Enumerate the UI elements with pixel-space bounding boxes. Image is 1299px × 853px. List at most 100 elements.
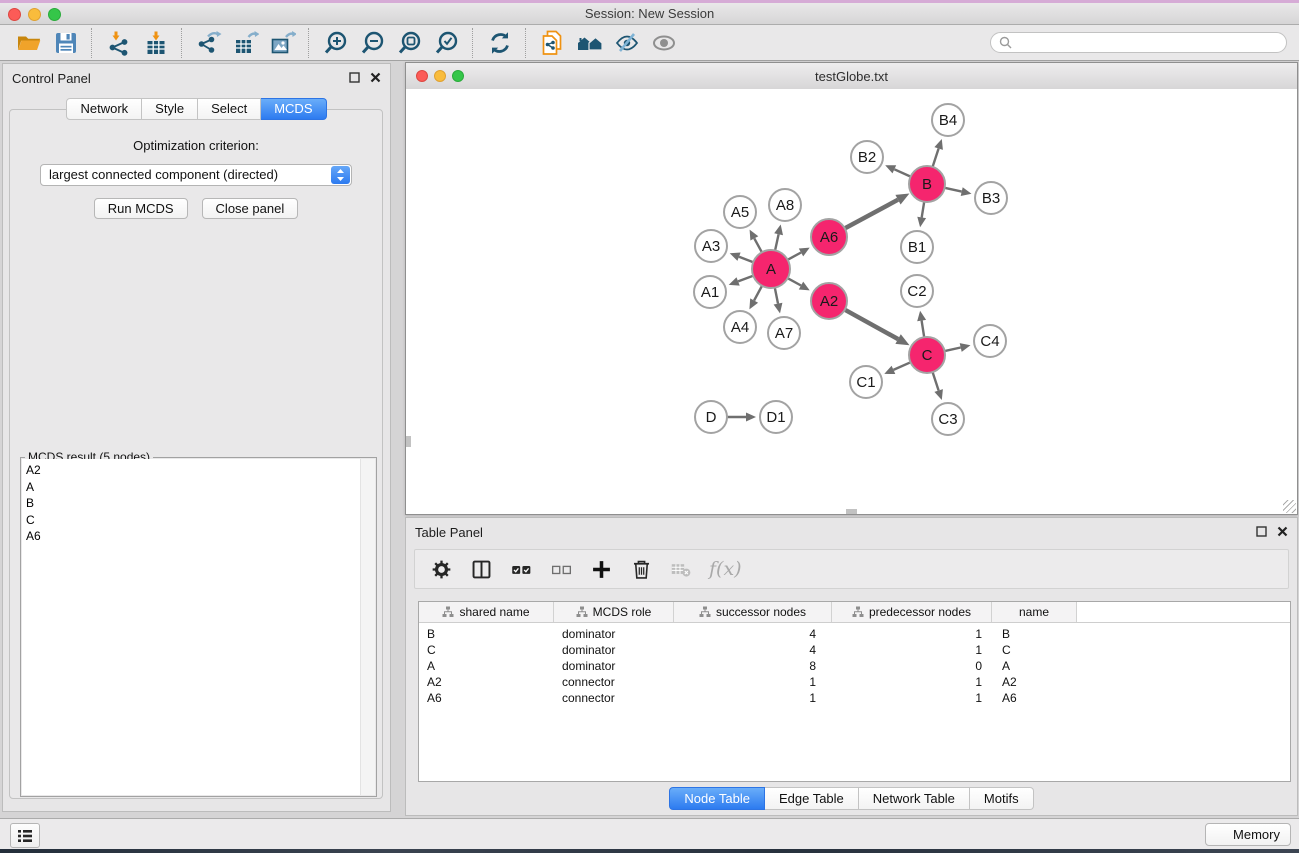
graph-node-label: B4 xyxy=(939,112,957,129)
close-network-window-button[interactable] xyxy=(416,70,428,82)
optimization-criterion-dropdown[interactable]: largest connected component (directed) xyxy=(40,164,352,186)
table-row[interactable]: Bdominator41B xyxy=(419,626,1290,642)
zoom-network-window-button[interactable] xyxy=(452,70,464,82)
toolbar-separator xyxy=(472,28,474,58)
graph-edge-A-A8[interactable] xyxy=(775,234,779,250)
column-header-mcds-role[interactable]: MCDS role xyxy=(554,602,674,622)
graph-edge-A6-B[interactable] xyxy=(845,200,898,229)
network-file-button[interactable] xyxy=(534,27,571,58)
zoom-fit-button[interactable] xyxy=(391,27,428,58)
mcds-result-item[interactable]: A2 xyxy=(26,462,375,479)
task-history-button[interactable] xyxy=(10,823,40,848)
zoom-selected-button[interactable] xyxy=(428,27,465,58)
export-table-button[interactable] xyxy=(227,27,264,58)
mcds-result-list: A2ABCA6 xyxy=(22,459,375,795)
apply-layout-button[interactable] xyxy=(481,27,518,58)
table-panel-title: Table Panel xyxy=(406,518,1297,540)
select-all-button[interactable] xyxy=(505,555,537,583)
float-panel-icon[interactable] xyxy=(349,72,360,83)
mcds-result-item[interactable]: C xyxy=(26,512,375,529)
zoom-out-button[interactable] xyxy=(354,27,391,58)
graph-edge-B-B4[interactable] xyxy=(933,149,939,167)
graph-edge-A-A2[interactable] xyxy=(788,278,801,285)
import-network-button[interactable] xyxy=(100,27,137,58)
table-row[interactable]: Adominator80A xyxy=(419,658,1290,674)
graph-edge-A2-C[interactable] xyxy=(845,310,898,339)
tab-node-table[interactable]: Node Table xyxy=(669,787,765,810)
delete-table-button-disabled xyxy=(665,555,697,583)
mcds-result-item[interactable]: A6 xyxy=(26,528,375,545)
open-session-button[interactable] xyxy=(10,27,47,58)
zoom-in-button[interactable] xyxy=(317,27,354,58)
memory-button[interactable]: Memory xyxy=(1205,823,1291,846)
window-title: Session: New Session xyxy=(0,6,1299,21)
export-network-button[interactable] xyxy=(190,27,227,58)
network-window-titlebar[interactable]: testGlobe.txt xyxy=(406,63,1297,90)
deselect-all-button[interactable] xyxy=(545,555,577,583)
graph-node-label: A7 xyxy=(775,325,793,342)
float-panel-icon[interactable] xyxy=(1256,526,1267,537)
optimization-criterion-label: Optimization criterion: xyxy=(10,138,382,153)
graph-edge-B-B3[interactable] xyxy=(945,188,962,192)
graph-edge-B-B2[interactable] xyxy=(894,169,910,176)
tab-motifs[interactable]: Motifs xyxy=(970,787,1034,810)
tab-mcds[interactable]: MCDS xyxy=(261,98,326,120)
table-panel-tabs: Node TableEdge TableNetwork TableMotifs xyxy=(406,787,1297,810)
tab-select[interactable]: Select xyxy=(198,98,261,120)
graph-edge-C-C2[interactable] xyxy=(922,321,925,338)
close-panel-icon[interactable] xyxy=(370,72,381,83)
tab-network[interactable]: Network xyxy=(66,98,142,120)
graph-edge-A-A3[interactable] xyxy=(739,257,753,263)
save-session-button[interactable] xyxy=(47,27,84,58)
result-list-scrollbar[interactable] xyxy=(360,459,375,795)
table-cell: A xyxy=(419,659,554,673)
graph-edge-A-A1[interactable] xyxy=(738,276,753,282)
column-header-shared-name[interactable]: shared name xyxy=(419,602,554,622)
birds-eye-view-button[interactable] xyxy=(645,27,682,58)
graph-edge-C-C4[interactable] xyxy=(945,348,961,352)
show-columns-button[interactable] xyxy=(465,555,497,583)
control-panel-tabs: NetworkStyleSelectMCDS xyxy=(3,98,390,120)
run-mcds-button[interactable]: Run MCDS xyxy=(94,198,188,219)
tab-edge-table[interactable]: Edge Table xyxy=(765,787,859,810)
memory-status-dot xyxy=(1216,829,1227,840)
minimize-network-window-button[interactable] xyxy=(434,70,446,82)
graph-edge-A-A4[interactable] xyxy=(754,286,762,301)
table-cell: dominator xyxy=(554,659,674,673)
export-image-button[interactable] xyxy=(264,27,301,58)
graph-edge-C-C1[interactable] xyxy=(893,362,910,370)
import-table-button[interactable] xyxy=(137,27,174,58)
graph-edge-B-B1[interactable] xyxy=(922,202,925,218)
search-input[interactable] xyxy=(1017,35,1278,51)
table-row[interactable]: A6connector11A6 xyxy=(419,690,1290,706)
table-row[interactable]: A2connector11A2 xyxy=(419,674,1290,690)
table-row[interactable]: Cdominator41C xyxy=(419,642,1290,658)
graph-edge-A-A6[interactable] xyxy=(788,253,801,260)
graph-edge-arrowhead xyxy=(746,413,756,422)
graph-edge-C-C3[interactable] xyxy=(933,372,939,390)
column-header-predecessor-nodes[interactable]: predecessor nodes xyxy=(832,602,992,622)
close-panel-icon[interactable] xyxy=(1277,526,1288,537)
zoom-in-icon xyxy=(323,30,349,56)
table-cell: A6 xyxy=(419,691,554,705)
mcds-result-item[interactable]: B xyxy=(26,495,375,512)
network-canvas[interactable]: B4B2BB3A5A8A6B1A3AC2A1A2A4A7C4CC1C3DD1 xyxy=(406,89,1297,514)
column-header-successor-nodes[interactable]: successor nodes xyxy=(674,602,832,622)
mcds-result-item[interactable]: A xyxy=(26,479,375,496)
graph-edge-A-A7[interactable] xyxy=(775,288,778,304)
graph-edge-arrowhead xyxy=(917,217,926,228)
tab-network-table[interactable]: Network Table xyxy=(859,787,970,810)
export-table-icon xyxy=(233,30,259,56)
table-settings-button[interactable] xyxy=(425,555,457,583)
graph-edge-A-A5[interactable] xyxy=(754,238,762,252)
delete-column-button[interactable] xyxy=(625,555,657,583)
hierarchy-icon xyxy=(576,606,588,618)
hide-graphics-details-button[interactable] xyxy=(608,27,645,58)
tab-style[interactable]: Style xyxy=(142,98,198,120)
show-graphics-details-button[interactable] xyxy=(571,27,608,58)
create-column-button[interactable] xyxy=(585,555,617,583)
desktop-background xyxy=(0,849,1299,853)
column-header-name[interactable]: name xyxy=(992,602,1077,622)
window-resize-grip[interactable] xyxy=(1283,500,1296,513)
close-panel-button[interactable]: Close panel xyxy=(202,198,299,219)
